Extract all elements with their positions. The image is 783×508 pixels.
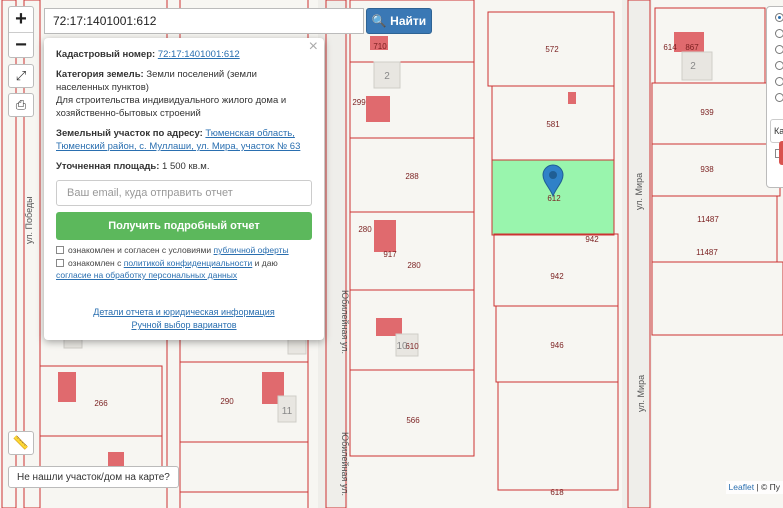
building-label: 11 (282, 406, 293, 417)
parcel-label: 618 (550, 488, 564, 497)
parcel-label: 581 (546, 120, 560, 129)
area-value: 1 500 кв.м. (162, 161, 210, 172)
zoom-control: + − (8, 6, 34, 58)
parcel-label: 710 (373, 42, 387, 51)
cadastral-number-link[interactable]: 72:17:1401001:612 (158, 49, 240, 60)
not-found-button[interactable]: Не нашли участок/дом на карте? (8, 466, 179, 488)
fullscreen-button[interactable]: ⤢ (8, 64, 34, 88)
layer-radio[interactable] (775, 93, 783, 102)
personal-data-link[interactable]: согласие на обработку персональных данны… (56, 270, 237, 280)
layers-panel: Ка (766, 6, 783, 188)
public-offer-link[interactable]: публичной оферты (214, 245, 289, 255)
parcel-label: 280 (358, 225, 372, 234)
cadastral-label: Кадастровый номер: (56, 49, 156, 60)
parcel-label: 572 (545, 45, 559, 54)
parcel-label: 288 (405, 172, 419, 181)
layer-radio[interactable] (775, 29, 783, 38)
parcel-label: 942 (550, 272, 564, 281)
search-button-label: Найти (390, 14, 427, 28)
parcel-label: 290 (220, 397, 234, 406)
address-label: Земельный участок по адресу: (56, 128, 203, 139)
parcel-label: 917 (383, 250, 397, 259)
parcel-label: 938 (700, 165, 714, 174)
report-details-link[interactable]: Детали отчета и юридическая информация (44, 306, 324, 319)
layer-radio[interactable] (775, 77, 783, 86)
parcel-label: 11487 (696, 248, 718, 257)
search-icon: 🔍 (371, 14, 387, 28)
layer-radio[interactable] (775, 45, 783, 54)
parcel-info-popup: × Кадастровый номер: 72:17:1401001:612 К… (44, 38, 324, 340)
zoom-out-button[interactable]: − (9, 32, 33, 57)
privacy-policy-link[interactable]: политикой конфиденциальности (124, 258, 253, 268)
privacy-consent-mid: и даю (254, 258, 278, 268)
parcel-label: 946 (550, 341, 564, 350)
parcel-label: 566 (406, 416, 420, 425)
attribution-text: | © Пу (756, 482, 780, 492)
close-icon[interactable]: × (309, 39, 318, 55)
parcel-label: 942 (585, 235, 599, 244)
expand-icon: ⤢ (15, 68, 27, 83)
area-label: Уточненная площадь: (56, 161, 160, 172)
street-label: ул. Победы (24, 196, 34, 244)
parcel-label: 939 (700, 108, 714, 117)
parcel-label: 11487 (697, 215, 719, 224)
parcel-label: 612 (547, 194, 561, 203)
privacy-consent-checkbox[interactable]: ознакомлен с политикой конфиденциальност… (56, 257, 312, 281)
usage-text: Для строительства индивидуального жилого… (56, 95, 287, 119)
parcel-label: 266 (94, 399, 108, 408)
offer-consent-checkbox[interactable]: ознакомлен и согласен с условиями публич… (56, 244, 312, 256)
street-label: ул. Мира (636, 375, 646, 412)
parcel-label: 867 (685, 43, 699, 52)
email-input[interactable]: Ваш email, куда отправить отчет (56, 180, 312, 206)
parcel-label: 280 (407, 261, 421, 270)
parcel-label: 299 (352, 98, 366, 107)
offer-consent-text: ознакомлен и согласен с условиями (68, 245, 212, 255)
building-label: 2 (690, 61, 696, 72)
search-button[interactable]: 🔍 Найти (366, 8, 432, 34)
ruler-icon: 📏 (12, 435, 30, 450)
layer-radio[interactable] (775, 13, 783, 22)
layer-select[interactable]: Ка (770, 119, 783, 143)
panel-action-button[interactable] (779, 141, 783, 165)
print-icon: ⎙ (15, 97, 27, 112)
parcel-label: 614 (663, 43, 677, 52)
building-label: 10 (396, 341, 408, 352)
manual-selection-link[interactable]: Ручной выбор вариантов (44, 319, 324, 332)
category-label: Категория земель: (56, 69, 144, 80)
search-input[interactable]: 72:17:1401001:612 (44, 8, 364, 34)
layer-radio[interactable] (775, 61, 783, 70)
privacy-consent-text: ознакомлен с (68, 258, 122, 268)
leaflet-link[interactable]: Leaflet (729, 482, 755, 492)
get-report-button[interactable]: Получить подробный отчет (56, 212, 312, 240)
print-button[interactable]: ⎙ (8, 93, 34, 117)
map-attribution: Leaflet | © Пу (725, 481, 783, 494)
zoom-in-button[interactable]: + (9, 7, 33, 32)
street-label: Юбилейная ул. (340, 290, 350, 354)
building-label: 2 (384, 71, 390, 82)
street-label: Юбилейная ул. (340, 432, 350, 496)
measure-button[interactable]: 📏 (8, 431, 34, 455)
street-label: ул. Мира (634, 173, 644, 210)
